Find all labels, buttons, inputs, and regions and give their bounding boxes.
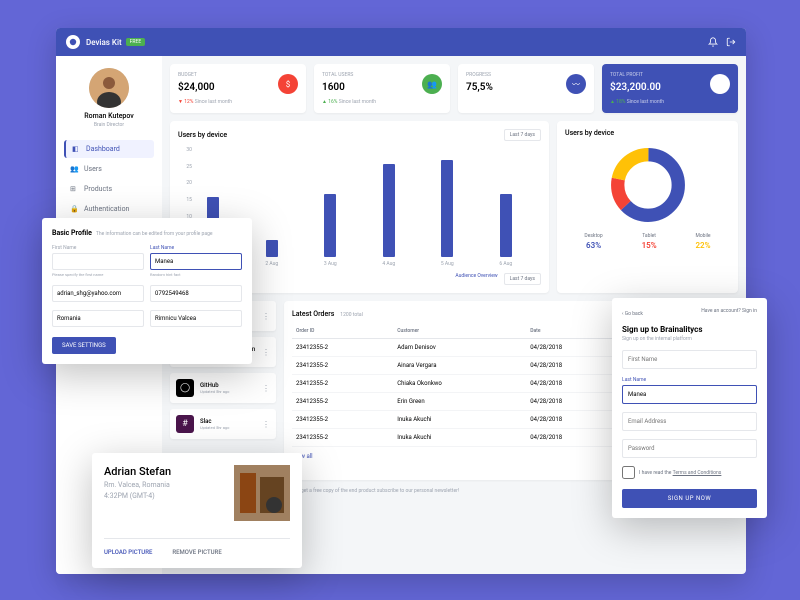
more-icon[interactable]: ⋮ bbox=[262, 348, 270, 357]
basic-profile-form: Basic ProfileThe information can be edit… bbox=[42, 218, 252, 364]
device-stat: Tablet15% bbox=[642, 233, 657, 250]
users-icon: 👥 bbox=[70, 165, 78, 173]
dashboard-icon: ◧ bbox=[72, 145, 80, 153]
terms-checkbox[interactable] bbox=[622, 466, 635, 479]
signup-first-name[interactable] bbox=[622, 350, 757, 369]
orders-title: Latest Orders bbox=[292, 310, 334, 318]
sidebar-item-products[interactable]: ⊞Products bbox=[64, 180, 154, 198]
audience-link[interactable]: Audience Overview bbox=[455, 273, 497, 285]
bar: 4 Aug bbox=[364, 164, 415, 267]
first-name-input[interactable] bbox=[52, 253, 144, 270]
bar: 6 Aug bbox=[481, 194, 532, 267]
users-icon: 👥 bbox=[422, 74, 442, 94]
profile-card: Adrian Stefan Rm. Valcea, Romania 4:32PM… bbox=[92, 453, 302, 568]
sidebar-item-dashboard[interactable]: ◧Dashboard bbox=[64, 140, 154, 158]
donut-chart bbox=[608, 145, 688, 225]
profile-photo bbox=[234, 465, 290, 521]
signup-form: ‹ Go back Have an account? Sign in Sign … bbox=[612, 298, 767, 518]
last-name-input[interactable] bbox=[150, 253, 242, 270]
email-input[interactable] bbox=[52, 285, 144, 302]
kpi-card: PROGRESS75,5%〰 bbox=[458, 64, 594, 113]
city-input[interactable] bbox=[150, 310, 242, 327]
upload-picture-button[interactable]: UPLOAD PICTURE bbox=[104, 549, 152, 556]
bell-icon[interactable] bbox=[708, 37, 718, 47]
kpi-card: BUDGET$24,000$▼ 12% Since last month bbox=[170, 64, 306, 113]
device-stat: Desktop63% bbox=[584, 233, 602, 250]
device-stat: Mobile22% bbox=[695, 233, 710, 250]
more-icon[interactable]: ⋮ bbox=[262, 312, 270, 321]
user-avatar[interactable] bbox=[89, 68, 129, 108]
app-item[interactable]: #SlacUpdated 5hr ago⋮ bbox=[170, 409, 276, 439]
topbar: Devias Kit FREE bbox=[56, 28, 746, 56]
logo-icon bbox=[66, 35, 80, 49]
user-name: Roman Kutepov bbox=[64, 112, 154, 120]
bar: 5 Aug bbox=[422, 160, 473, 267]
bar: 2 Aug bbox=[247, 240, 298, 267]
more-icon[interactable]: ⋮ bbox=[262, 420, 270, 429]
signup-button[interactable]: SIGN UP NOW bbox=[622, 489, 757, 508]
exit-icon[interactable] bbox=[726, 37, 736, 47]
signup-password[interactable] bbox=[622, 439, 757, 458]
signup-title: Sign up to Brainalitycs bbox=[622, 325, 757, 334]
user-role: Brain Director bbox=[64, 122, 154, 128]
authentication-icon: 🔒 bbox=[70, 205, 78, 213]
chart-title: Users by device bbox=[178, 131, 227, 139]
kpi-card: TOTAL PROFIT$23,200.00▭▲ 18% Since last … bbox=[602, 64, 738, 113]
donut-title: Users by device bbox=[565, 129, 614, 137]
signup-email[interactable] bbox=[622, 412, 757, 431]
money-icon: $ bbox=[278, 74, 298, 94]
kpi-card: TOTAL USERS1600👥▲ 16% Since last month bbox=[314, 64, 450, 113]
free-badge: FREE bbox=[126, 38, 146, 46]
products-icon: ⊞ bbox=[70, 185, 78, 193]
sidebar-item-users[interactable]: 👥Users bbox=[64, 160, 154, 178]
sidebar-item-authentication[interactable]: 🔒Authentication bbox=[64, 200, 154, 218]
save-settings-button[interactable]: SAVE SETTINGS bbox=[52, 337, 116, 354]
go-back-link[interactable]: ‹ Go back bbox=[622, 311, 643, 317]
phone-input[interactable] bbox=[150, 285, 242, 302]
trend-icon: 〰 bbox=[566, 74, 586, 94]
signup-last-name[interactable] bbox=[622, 385, 757, 404]
range-select[interactable]: Last 7 days bbox=[504, 129, 541, 141]
donut-panel: Users by device Desktop63% Tablet15% Mobil… bbox=[557, 121, 738, 293]
terms-link[interactable]: Terms and Conditions bbox=[673, 470, 722, 476]
bill-icon: ▭ bbox=[710, 74, 730, 94]
signin-link[interactable]: Have an account? Sign in bbox=[701, 308, 757, 314]
more-icon[interactable]: ⋮ bbox=[262, 384, 270, 393]
brand-name: Devias Kit bbox=[86, 38, 122, 47]
country-input[interactable] bbox=[52, 310, 144, 327]
app-item[interactable]: ◯GitHubUpdated 5hr ago⋮ bbox=[170, 373, 276, 403]
remove-picture-button[interactable]: REMOVE PICTURE bbox=[172, 549, 221, 556]
range-select-2[interactable]: Last 7 days bbox=[504, 273, 541, 285]
bar: 3 Aug bbox=[305, 194, 356, 267]
